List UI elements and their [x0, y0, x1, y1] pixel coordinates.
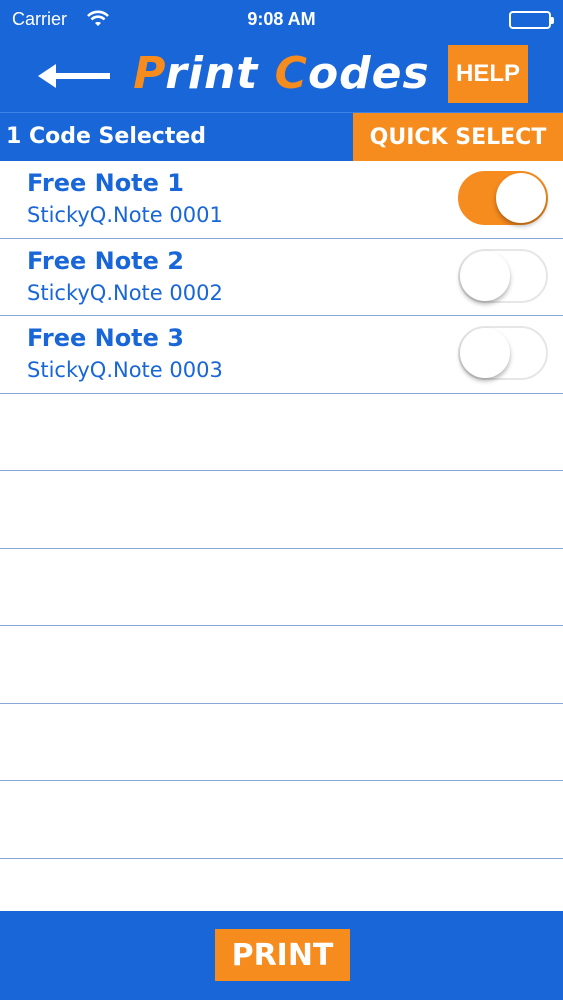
code-list: Free Note 1 StickyQ.Note 0001 Free Note … [0, 161, 563, 911]
title-part-rint: rint [165, 48, 275, 99]
title-letter-c: C [274, 48, 308, 99]
bottom-toolbar: PRINT [0, 911, 563, 1000]
empty-row [0, 704, 563, 781]
empty-row [0, 471, 563, 549]
item-title: Free Note 3 [27, 324, 184, 352]
status-bar: Carrier 9:08 AM [0, 0, 563, 40]
title-letter-p: P [133, 48, 166, 99]
list-item[interactable]: Free Note 1 StickyQ.Note 0001 [0, 161, 563, 239]
select-toggle[interactable] [458, 171, 548, 225]
list-item[interactable]: Free Note 2 StickyQ.Note 0002 [0, 239, 563, 316]
item-title: Free Note 1 [27, 169, 184, 197]
empty-row [0, 626, 563, 704]
item-subtitle: StickyQ.Note 0003 [27, 358, 223, 382]
selection-bar: 1 Code Selected QUICK SELECT [0, 112, 563, 161]
select-toggle[interactable] [458, 326, 548, 380]
empty-row [0, 859, 563, 912]
toggle-knob [460, 328, 510, 378]
list-item[interactable]: Free Note 3 StickyQ.Note 0003 [0, 316, 563, 394]
empty-row [0, 549, 563, 626]
battery-icon [509, 11, 554, 29]
selected-count-label: 1 Code Selected [6, 124, 207, 149]
item-subtitle: StickyQ.Note 0002 [27, 280, 223, 305]
empty-row [0, 781, 563, 859]
empty-row [0, 394, 563, 471]
status-time: 9:08 AM [247, 9, 316, 29]
select-toggle[interactable] [458, 248, 548, 303]
toggle-knob [496, 173, 546, 223]
toggle-knob [460, 250, 510, 301]
quick-select-button[interactable]: QUICK SELECT [353, 113, 563, 161]
navigation-bar: Print Codes HELP [0, 40, 563, 112]
item-subtitle: StickyQ.Note 0001 [27, 203, 223, 227]
print-button[interactable]: PRINT [215, 929, 350, 981]
help-button[interactable]: HELP [448, 45, 528, 103]
item-title: Free Note 2 [27, 246, 184, 275]
title-part-odes: odes [307, 48, 430, 99]
